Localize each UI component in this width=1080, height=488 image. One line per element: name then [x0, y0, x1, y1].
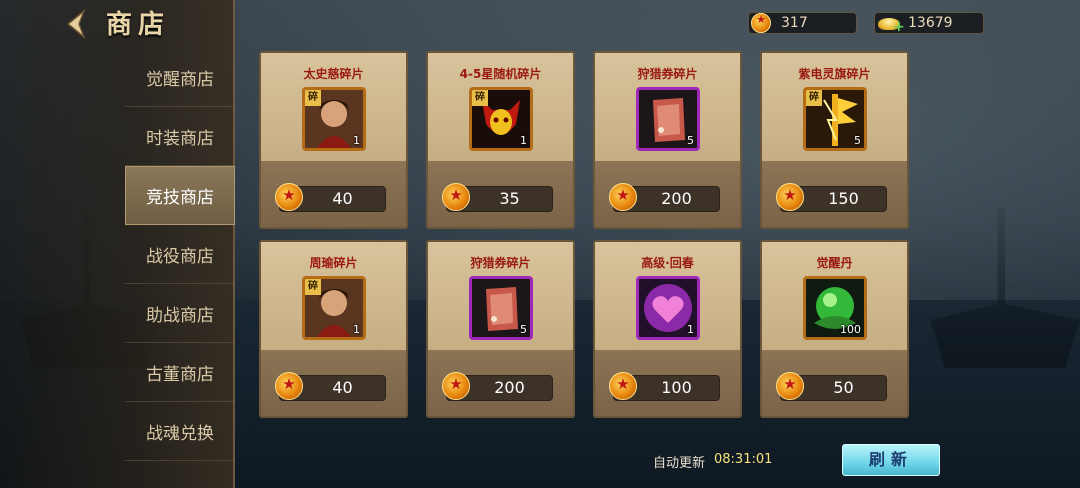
shop-item-card[interactable]: 高级·回春 1 100 [593, 240, 742, 418]
arena-coin-icon [609, 183, 637, 211]
arena-coin-icon [751, 13, 771, 33]
price-coin [442, 183, 470, 211]
title-bar: 商店 [0, 0, 235, 48]
item-count: 1 [353, 323, 360, 336]
item-name: 4-5星随机碎片 [459, 67, 542, 81]
price-coin [275, 372, 303, 400]
shop-item-card[interactable]: 4-5星随机碎片碎 1 35 [426, 51, 575, 229]
fragment-tag: 碎 [305, 90, 321, 106]
sidebar-item-label: 战魂兑换 [146, 423, 214, 444]
sidebar-item-arena-shop[interactable]: 竞技商店 [125, 166, 235, 225]
price-coin [609, 372, 637, 400]
item-count: 100 [840, 323, 861, 336]
arena-coin-icon [442, 183, 470, 211]
shop-item-card[interactable]: 狩猎券碎片 5 200 [426, 240, 575, 418]
chevron-left-icon [66, 8, 86, 40]
item-thumbnail[interactable]: 5 [636, 87, 700, 151]
item-thumbnail[interactable]: 5 [469, 276, 533, 340]
shop-item-card[interactable]: 紫电灵旗碎片碎 5 150 [760, 51, 909, 229]
fragment-tag: 碎 [472, 90, 488, 106]
shop-item-card[interactable]: 狩猎券碎片 5 200 [593, 51, 742, 229]
sidebar-item-fashion-shop[interactable]: 时装商店 [125, 107, 235, 166]
ship-silhouette [930, 208, 1080, 368]
sidebar-item-awaken-shop[interactable]: 觉醒商店 [125, 48, 235, 107]
item-name: 周瑜碎片 [309, 256, 358, 270]
sidebar-item-label: 时装商店 [146, 128, 214, 149]
sidebar: 商店 觉醒商店 时装商店 竞技商店 战役商店 助战商店 古董商店 战魂兑换 [0, 0, 235, 488]
shop-item-card[interactable]: 太史慈碎片碎 1 40 [259, 51, 408, 229]
item-thumbnail[interactable]: 碎1 [302, 87, 366, 151]
price-coin [609, 183, 637, 211]
shop-item-card[interactable]: 觉醒丹 100 50 [760, 240, 909, 418]
item-count: 5 [854, 134, 861, 147]
item-count: 1 [353, 134, 360, 147]
arena-coin-icon [275, 372, 303, 400]
item-name: 狩猎券碎片 [470, 256, 531, 270]
item-count: 5 [687, 134, 694, 147]
arena-coin-icon [776, 372, 804, 400]
fragment-tag: 碎 [806, 90, 822, 106]
price-coin [776, 183, 804, 211]
arena-coin-icon [776, 183, 804, 211]
item-name: 太史慈碎片 [303, 67, 364, 81]
sidebar-item-label: 觉醒商店 [146, 69, 214, 90]
item-thumbnail[interactable]: 碎5 [803, 87, 867, 151]
coin-amount: 317 [781, 15, 808, 31]
item-thumbnail[interactable]: 100 [803, 276, 867, 340]
sidebar-item-label: 助战商店 [146, 305, 214, 326]
item-name: 狩猎券碎片 [637, 67, 698, 81]
sidebar-item-label: 竞技商店 [146, 188, 214, 208]
coin-balance: 317 [748, 12, 857, 34]
item-name: 高级·回春 [641, 256, 694, 270]
arena-coin-icon [275, 183, 303, 211]
item-name: 紫电灵旗碎片 [798, 67, 871, 81]
sidebar-item-campaign-shop[interactable]: 战役商店 [125, 225, 235, 284]
sidebar-item-label: 古董商店 [146, 364, 214, 385]
page-title: 商店 [106, 10, 171, 40]
arena-coin-icon [609, 372, 637, 400]
back-button[interactable] [62, 8, 90, 40]
price-coin [442, 372, 470, 400]
price-coin [275, 183, 303, 211]
arena-coin-icon [442, 372, 470, 400]
ingot-amount: 13679 [908, 15, 953, 31]
item-thumbnail[interactable]: 碎1 [469, 87, 533, 151]
item-thumbnail[interactable]: 碎1 [302, 276, 366, 340]
item-name: 觉醒丹 [816, 256, 853, 270]
shop-item-card[interactable]: 周瑜碎片碎 1 40 [259, 240, 408, 418]
auto-refresh-timer: 08:31:01 [714, 452, 773, 467]
sidebar-item-antique-shop[interactable]: 古董商店 [125, 343, 235, 402]
sidebar-item-soul-exchange[interactable]: 战魂兑换 [125, 402, 235, 461]
fragment-tag: 碎 [305, 279, 321, 295]
item-thumbnail[interactable]: 1 [636, 276, 700, 340]
item-count: 1 [520, 134, 527, 147]
ingot-balance[interactable]: + 13679 [874, 12, 984, 34]
sidebar-item-label: 战役商店 [146, 246, 214, 267]
auto-refresh-label: 自动更新 [653, 456, 706, 471]
item-count: 5 [520, 323, 527, 336]
shop-nav: 觉醒商店 时装商店 竞技商店 战役商店 助战商店 古董商店 战魂兑换 [125, 48, 235, 461]
item-count: 1 [687, 323, 694, 336]
refresh-button[interactable]: 刷新 [842, 444, 940, 476]
ingot-add-icon[interactable]: + [877, 13, 905, 34]
sidebar-item-assist-shop[interactable]: 助战商店 [125, 284, 235, 343]
price-coin [776, 372, 804, 400]
